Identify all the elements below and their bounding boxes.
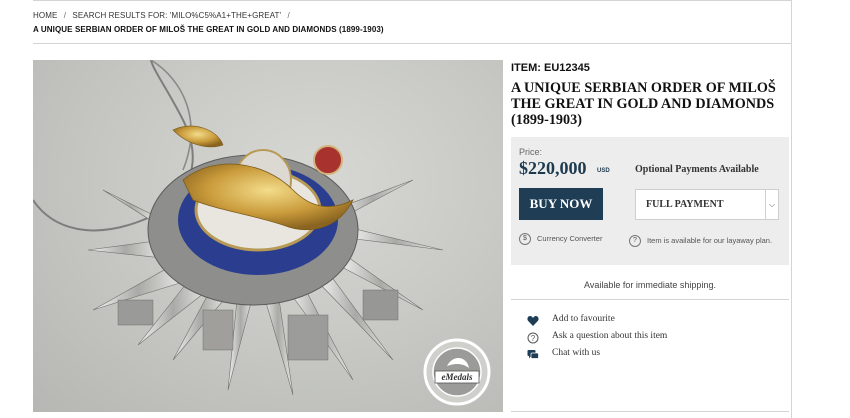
- price-panel: Price: $220,000 USD Optional Payments Av…: [511, 137, 789, 265]
- currency-converter-link[interactable]: $ Currency Converter: [519, 233, 602, 245]
- chevron-down-icon: ⌵: [765, 190, 778, 219]
- payment-option-select[interactable]: FULL PAYMENT ⌵: [635, 189, 779, 220]
- ask-question-label: Ask a question about this item: [552, 331, 668, 341]
- chat-with-us-label: Chat with us: [552, 348, 601, 358]
- page-title: A UNIQUE SERBIAN ORDER OF MILOŠ THE GREA…: [511, 80, 776, 128]
- add-to-favourite-label: Add to favourite: [552, 314, 615, 324]
- breadcrumb-separator: /: [63, 11, 67, 20]
- emedals-watermark-text: eMedals: [442, 372, 473, 382]
- medal-illustration: eMedals: [33, 60, 491, 406]
- svg-text:?: ?: [531, 334, 536, 343]
- price-label: Price:: [519, 147, 543, 157]
- payment-option-value: FULL PAYMENT: [646, 199, 724, 210]
- top-border: [33, 0, 791, 1]
- price-value: $220,000: [519, 158, 587, 178]
- availability-text: Available for immediate shipping.: [584, 280, 716, 290]
- layaway-note-text: Item is available for our layaway plan.: [647, 236, 773, 245]
- right-border: [791, 0, 792, 418]
- dollar-icon: $: [519, 233, 531, 245]
- breadcrumb-current: A UNIQUE SERBIAN ORDER OF MILOŠ THE GREA…: [33, 25, 384, 34]
- breadcrumb-separator: /: [287, 11, 290, 20]
- layaway-note: ? Item is available for our layaway plan.: [629, 235, 779, 248]
- currency-converter-label: Currency Converter: [537, 233, 603, 243]
- buy-now-button[interactable]: BUY NOW: [519, 188, 603, 220]
- question-icon: ?: [527, 332, 539, 344]
- breadcrumb: HOME / SEARCH RESULTS FOR: 'MILO%C5%A1+T…: [33, 11, 294, 20]
- bottom-divider: [511, 411, 789, 412]
- price-currency: USD: [597, 168, 610, 174]
- availability-divider: [511, 299, 789, 300]
- breadcrumb-home-link[interactable]: HOME: [33, 11, 57, 20]
- header-divider: [33, 43, 791, 44]
- chat-icon: [527, 350, 539, 359]
- emedals-logo: eMedals: [423, 338, 491, 406]
- item-id: ITEM: EU12345: [511, 62, 590, 74]
- heart-icon: [527, 315, 539, 326]
- question-icon[interactable]: ?: [629, 235, 641, 248]
- optional-payments-label: Optional Payments Available: [635, 164, 759, 175]
- breadcrumb-search-link[interactable]: SEARCH RESULTS FOR: 'MILO%C5%A1+THE+GREA…: [72, 11, 281, 20]
- product-image[interactable]: eMedals: [33, 60, 503, 412]
